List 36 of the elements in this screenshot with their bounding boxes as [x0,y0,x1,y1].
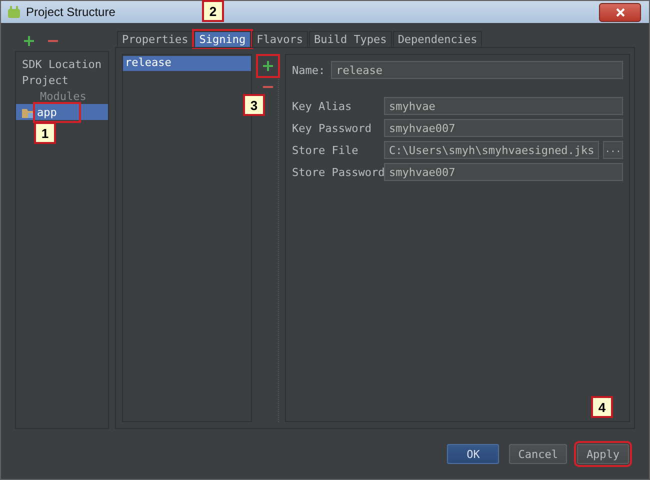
callout-badge: 4 [591,396,613,418]
app-icon [7,5,21,19]
field-label: Store File [292,144,360,156]
tab[interactable]: Signing [194,31,251,47]
dialog-button[interactable]: Apply [577,444,629,464]
tab[interactable]: Properties [117,31,194,47]
field-label: Key Alias [292,100,353,112]
dialog-button[interactable]: OK [447,444,500,464]
tab[interactable]: Flavors [252,31,308,47]
field-label: Key Password [292,122,372,134]
text-field[interactable]: smyhvae007 [384,119,623,137]
browse-button[interactable]: ... [603,141,623,159]
dialog-button[interactable]: Cancel [509,444,567,464]
name-field[interactable]: release [331,61,623,79]
tab[interactable]: Build Types [308,31,392,47]
tab[interactable]: Dependencies [392,31,482,47]
add-button[interactable] [258,56,278,76]
text-field[interactable]: smyhvae007 [384,163,623,181]
close-icon [616,8,624,16]
callout-badge: 3 [243,94,265,116]
add-icon [24,36,34,46]
folder-icon [22,106,34,118]
field-label: Name: [292,64,326,76]
window-title: Project Structure [26,5,116,19]
list-item[interactable]: release [123,56,251,71]
add-button[interactable] [21,34,37,48]
sidebar-item[interactable]: app [16,104,108,120]
callout-badge: 1 [34,122,56,144]
sidebar-item[interactable]: SDK Location [16,56,108,72]
text-field[interactable]: C:\Users\smyh\smyhvaesigned.jks [384,141,599,159]
callout-badge: 2 [202,0,224,22]
sidebar-item: Modules [39,88,88,104]
add-icon [263,61,273,71]
text-field[interactable]: smyhvae [384,97,623,115]
sidebar-item[interactable]: Project [16,72,108,88]
close-button[interactable] [599,2,641,22]
